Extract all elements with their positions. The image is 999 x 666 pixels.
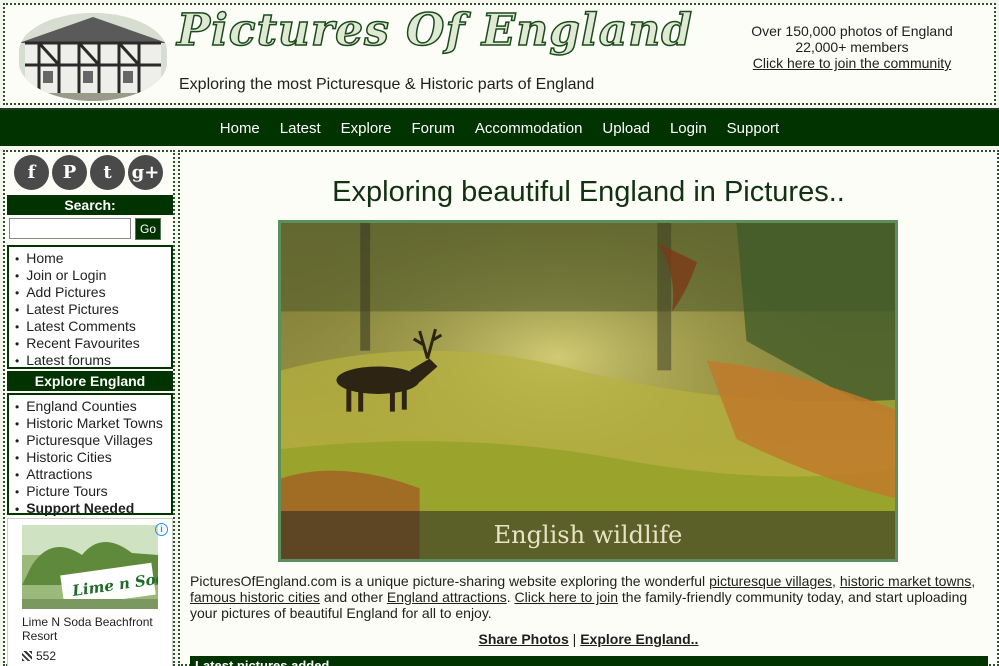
sidebar-item-home[interactable]: Home — [15, 250, 171, 267]
nav-latest[interactable]: Latest — [270, 120, 331, 137]
share-photos-link[interactable]: Share Photos — [479, 631, 569, 647]
search-go-button[interactable]: Go — [135, 218, 161, 240]
explore-item-counties[interactable]: England Counties — [15, 398, 171, 415]
nav-home[interactable]: Home — [210, 120, 270, 137]
site-logo-wordmark[interactable]: Pictures Of England — [176, 4, 693, 57]
explore-england-link[interactable]: Explore England.. — [580, 631, 698, 647]
ad-review-count: 552 — [36, 649, 57, 663]
england-attractions-link[interactable]: England attractions — [387, 589, 507, 605]
nav-accommodation[interactable]: Accommodation — [465, 120, 593, 137]
nav-forum[interactable]: Forum — [402, 120, 465, 137]
sidebar-item-recent-favourites[interactable]: Recent Favourites — [15, 335, 171, 352]
explore-item-market-towns[interactable]: Historic Market Towns — [15, 415, 171, 432]
intro-text-2: , — [832, 573, 840, 589]
search-heading: Search: — [7, 195, 173, 215]
sidebar-item-add-pictures[interactable]: Add Pictures — [15, 284, 171, 301]
intro-text-5: . — [506, 589, 515, 605]
sidebar-item-latest-forums[interactable]: Latest forums — [15, 352, 171, 369]
famous-historic-cities-link[interactable]: famous historic cities — [190, 589, 320, 605]
intro-text-4: and other — [319, 589, 387, 605]
search-input[interactable] — [9, 218, 131, 239]
explore-links: England Counties Historic Market Towns P… — [15, 398, 171, 517]
search-form: Go — [9, 218, 161, 240]
tudor-house-illustration — [19, 13, 167, 101]
explore-england-heading: Explore England — [7, 371, 173, 391]
stats-members: 22,000+ members — [795, 39, 909, 55]
sidebar-item-latest-pictures[interactable]: Latest Pictures — [15, 301, 171, 318]
join-community-link[interactable]: Click here to join the community — [753, 55, 951, 71]
picturesque-villages-link[interactable]: picturesque villages — [709, 573, 832, 589]
sidebar-links: Home Join or Login Add Pictures Latest P… — [15, 250, 171, 369]
ad-image[interactable]: Lime n Soda — [22, 525, 158, 609]
pinterest-icon[interactable]: P — [52, 155, 87, 190]
social-icons: f P t g+ — [14, 155, 163, 190]
deer-forest-photo — [281, 223, 895, 559]
intro-text-3: , — [971, 573, 976, 589]
explore-item-picture-tours[interactable]: Picture Tours — [15, 483, 171, 500]
explore-item-villages[interactable]: Picturesque Villages — [15, 432, 171, 449]
ad-title[interactable]: Lime N Soda Beachfront Resort — [22, 615, 168, 643]
sidebar-item-latest-comments[interactable]: Latest Comments — [15, 318, 171, 335]
stats-photos: Over 150,000 photos of England — [751, 23, 953, 39]
explore-item-cities[interactable]: Historic Cities — [15, 449, 171, 466]
nav-upload[interactable]: Upload — [592, 120, 660, 137]
share-separator: | — [572, 631, 577, 647]
site-header: Pictures Of England Exploring the most P… — [3, 3, 996, 105]
hero-image[interactable]: English wildlife — [278, 220, 898, 562]
site-tagline: Exploring the most Picturesque & Histori… — [179, 76, 595, 93]
nav-explore[interactable]: Explore — [331, 120, 402, 137]
nav-login[interactable]: Login — [660, 120, 717, 137]
review-icon — [22, 651, 32, 661]
click-here-to-join-link[interactable]: Click here to join — [515, 589, 619, 605]
latest-pictures-heading: Latest pictures added — [190, 656, 988, 666]
explore-item-support-needed[interactable]: Support Needed — [15, 500, 171, 517]
ad-rating: 552 — [22, 649, 56, 663]
header-stats: Over 150,000 photos of England 22,000+ m… — [732, 23, 972, 71]
explore-item-attractions[interactable]: Attractions — [15, 466, 171, 483]
twitter-icon[interactable]: t — [90, 155, 125, 190]
page-title: Exploring beautiful England in Pictures.… — [332, 176, 845, 208]
explore-links-box: England Counties Historic Market Towns P… — [7, 393, 173, 517]
sidebar-links-box: Home Join or Login Add Pictures Latest P… — [7, 245, 173, 369]
historic-market-towns-link[interactable]: historic market towns — [840, 573, 971, 589]
sidebar-ad[interactable]: Lime n Soda i Lime N Soda Beachfront Res… — [7, 518, 173, 666]
share-explore-row: Share Photos | Explore England.. — [180, 631, 997, 647]
facebook-icon[interactable]: f — [14, 155, 49, 190]
main-content: Exploring beautiful England in Pictures.… — [178, 150, 999, 666]
sidebar-item-join-login[interactable]: Join or Login — [15, 267, 171, 284]
hero-caption: English wildlife — [281, 511, 895, 559]
header-tudor-house-image[interactable] — [19, 13, 167, 101]
sidebar: f P t g+ Search: Go Home Join or Login A… — [3, 150, 175, 666]
intro-paragraph: PicturesOfEngland.com is a unique pictur… — [190, 573, 990, 621]
google-plus-icon[interactable]: g+ — [128, 155, 163, 190]
intro-text-1: PicturesOfEngland.com is a unique pictur… — [190, 573, 710, 589]
main-navigation: Home Latest Explore Forum Accommodation … — [0, 108, 999, 146]
resort-photo: Lime n Soda — [22, 525, 158, 609]
ad-info-icon[interactable]: i — [155, 523, 168, 536]
nav-support[interactable]: Support — [717, 120, 790, 137]
